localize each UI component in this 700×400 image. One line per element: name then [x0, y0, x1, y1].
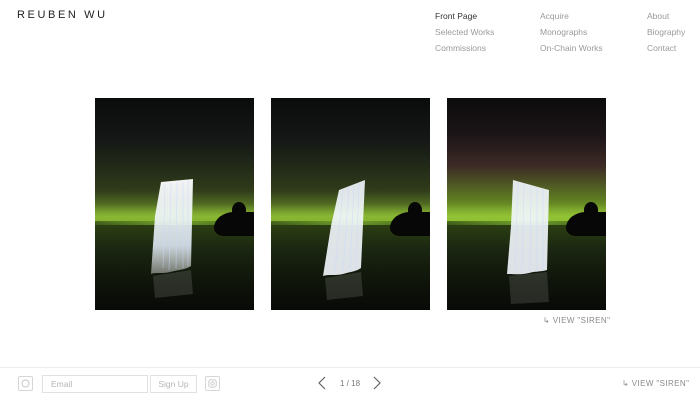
nav-column-2: Acquire Monographs On-Chain Works — [540, 10, 603, 55]
circle-icon — [21, 379, 30, 388]
nav-column-3: About Biography Contact — [647, 10, 685, 55]
nav-biography[interactable]: Biography — [647, 26, 685, 39]
signup-button[interactable]: Sign Up — [150, 375, 197, 393]
siren-photo-3[interactable] — [447, 98, 606, 310]
email-field[interactable] — [42, 375, 148, 393]
chevron-left-icon[interactable] — [316, 376, 328, 390]
camera-icon — [208, 379, 217, 388]
nav-about[interactable]: About — [647, 10, 685, 23]
siren-photo-2[interactable] — [271, 98, 430, 310]
page-counter: 1 / 18 — [340, 379, 361, 388]
nav-column-1: Front Page Selected Works Commissions — [435, 10, 494, 55]
pagination: 1 / 18 — [316, 374, 386, 394]
nav-monographs[interactable]: Monographs — [540, 26, 603, 39]
instagram-icon[interactable] — [205, 376, 220, 391]
chevron-right-icon[interactable] — [371, 376, 383, 390]
nav-front-page[interactable]: Front Page — [435, 10, 494, 23]
footer-view-siren-link[interactable]: ↳ VIEW "SIREN" — [622, 379, 689, 388]
footer-divider — [0, 367, 700, 368]
nav-acquire[interactable]: Acquire — [540, 10, 603, 23]
nav-contact[interactable]: Contact — [647, 42, 685, 55]
main-nav: Front Page Selected Works Commissions Ac… — [0, 10, 700, 60]
nav-selected-works[interactable]: Selected Works — [435, 26, 494, 39]
nav-commissions[interactable]: Commissions — [435, 42, 494, 55]
nav-on-chain-works[interactable]: On-Chain Works — [540, 42, 603, 55]
view-siren-link[interactable]: ↳ VIEW "SIREN" — [543, 316, 610, 325]
newsletter-icon[interactable] — [18, 376, 33, 391]
siren-photo-1[interactable] — [95, 98, 254, 310]
